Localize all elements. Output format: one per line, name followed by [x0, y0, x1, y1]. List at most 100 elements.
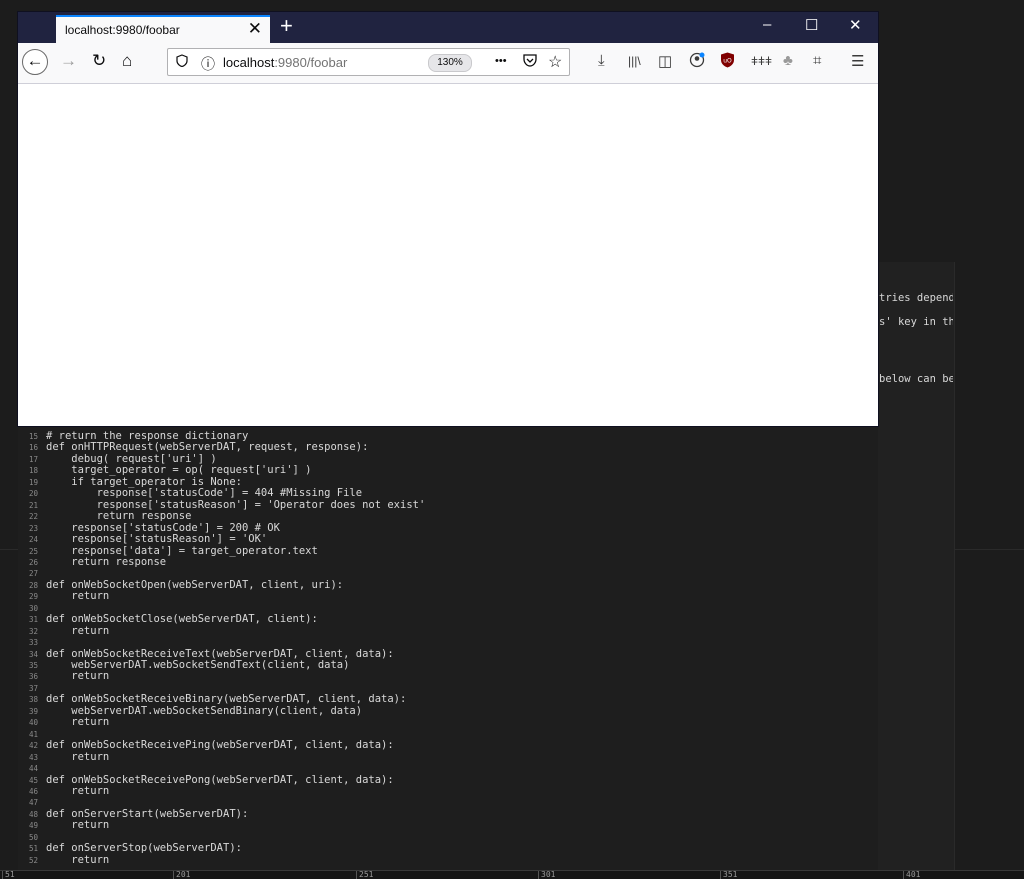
line-number: 18 — [28, 466, 38, 476]
title-bar[interactable]: localhost:9980/foobar ✕ + – ☐ ✕ — [18, 12, 878, 43]
line-number: 49 — [28, 821, 38, 831]
extension-people-icon[interactable]: ♣ — [783, 52, 793, 69]
side-text-line: s' key in th — [879, 316, 953, 328]
menu-icon[interactable]: ☰ — [851, 52, 864, 70]
code-text: return — [46, 750, 110, 763]
zoom-level-badge[interactable]: 130% — [428, 54, 472, 72]
line-number: 42 — [28, 741, 38, 751]
line-number: 44 — [28, 764, 38, 774]
line-number: 52 — [28, 855, 38, 865]
download-icon[interactable]: ⤓ — [598, 52, 605, 69]
code-line[interactable]: 29 return — [18, 591, 109, 603]
code-text: return — [46, 716, 110, 729]
maximize-icon[interactable]: ☐ — [805, 16, 818, 34]
code-text: return — [46, 784, 110, 797]
extension-grid-icon[interactable]: ǂǂǂ — [751, 54, 772, 68]
line-number: 23 — [28, 523, 38, 533]
line-number: 26 — [28, 557, 38, 567]
code-line[interactable]: 32 return — [18, 624, 110, 638]
code-text: target_operator = op( request['uri'] ) — [46, 464, 312, 477]
code-text: if target_operator is None: — [46, 475, 242, 488]
code-text: return response — [46, 555, 167, 568]
line-number: 40 — [28, 718, 38, 728]
line-number: 24 — [28, 535, 38, 545]
library-icon[interactable]: |||\ — [628, 54, 641, 68]
code-text: def onWebSocketReceivePong(webServerDAT,… — [46, 773, 394, 786]
line-number: 17 — [28, 454, 38, 464]
code-text: def onServerStop(webServerDAT): — [46, 842, 242, 855]
line-number: 46 — [28, 786, 38, 796]
sidebar-icon[interactable]: ◫ — [658, 52, 672, 70]
code-text: response['statusReason'] = 'OK' — [46, 533, 268, 546]
bookmark-star-icon[interactable]: ☆ — [548, 52, 562, 72]
code-text: webServerDAT.webSocketSendBinary(client,… — [46, 704, 363, 717]
account-icon[interactable] — [689, 52, 705, 72]
code-text: response['statusReason'] = 'Operator doe… — [46, 498, 426, 511]
side-text-line: tries depend — [879, 292, 953, 304]
code-line[interactable]: 52 return — [18, 854, 109, 867]
code-text: response['statusCode'] = 200 # OK — [46, 521, 280, 534]
crop-screenshot-icon[interactable]: ⌗ — [813, 52, 821, 69]
line-number: 47 — [28, 798, 38, 808]
line-number: 39 — [28, 706, 38, 716]
code-line[interactable]: 36 return — [18, 671, 109, 683]
code-text: response['data'] = target_operator.text — [46, 544, 318, 557]
forward-icon[interactable]: → — [60, 51, 77, 71]
firefox-window: localhost:9980/foobar ✕ + – ☐ ✕ ← → ↻ ⌂ … — [18, 12, 878, 426]
code-line[interactable]: 49 return — [18, 820, 109, 832]
line-number: 30 — [28, 603, 38, 613]
close-tab-icon[interactable]: ✕ — [248, 19, 262, 39]
code-line[interactable]: 51 def onServerStop(webServerDAT): — [18, 842, 242, 855]
new-tab-icon[interactable]: + — [280, 13, 293, 39]
code-text: return — [46, 590, 110, 603]
code-text: return — [46, 624, 110, 637]
line-number: 21 — [28, 500, 38, 510]
line-number: 50 — [28, 832, 38, 842]
code-line[interactable]: 40 return — [18, 717, 109, 729]
background-divider-right — [954, 262, 955, 872]
code-line[interactable]: 22 return response — [18, 510, 191, 523]
url-bar[interactable]: ⓘ localhost:9980/foobar 130% ••• ☆ — [167, 48, 570, 76]
line-number: 36 — [28, 672, 38, 682]
code-text: def onHTTPRequest(webServerDAT, request,… — [46, 441, 369, 454]
reload-icon[interactable]: ↻ — [92, 51, 106, 71]
pocket-icon[interactable] — [523, 54, 537, 70]
code-line[interactable]: 31 def onWebSocketClose(webServerDAT, cli… — [18, 613, 318, 626]
line-number: 45 — [28, 775, 38, 785]
code-line[interactable]: 46 return — [18, 784, 110, 798]
line-number: 28 — [28, 580, 38, 590]
minimize-icon[interactable]: – — [763, 16, 771, 33]
page-content[interactable] — [18, 84, 878, 426]
url-text[interactable]: localhost:9980/foobar — [223, 55, 347, 70]
shield-icon[interactable] — [176, 54, 188, 70]
tab-active[interactable]: localhost:9980/foobar ✕ — [56, 15, 270, 43]
line-number: 41 — [28, 729, 38, 739]
line-number: 38 — [28, 695, 38, 705]
code-line[interactable]: 42 def onWebSocketReceivePing(webServerDA… — [18, 739, 394, 752]
line-number: 25 — [28, 546, 38, 556]
home-icon[interactable]: ⌂ — [122, 51, 132, 71]
line-number: 33 — [28, 638, 38, 648]
code-line[interactable]: 44 — [18, 763, 46, 775]
code-line[interactable]: 24 response['statusReason'] = 'OK' — [18, 533, 268, 546]
code-line[interactable]: 33 — [18, 637, 46, 649]
close-window-icon[interactable]: ✕ — [849, 16, 862, 34]
code-text: return — [46, 819, 110, 832]
line-number: 29 — [28, 592, 38, 602]
code-text: return — [46, 670, 110, 683]
page-actions-icon[interactable]: ••• — [495, 55, 507, 67]
url-host: localhost — [223, 55, 275, 70]
ublock-icon[interactable]: uO — [720, 52, 735, 72]
back-button[interactable]: ← — [22, 49, 48, 75]
code-line[interactable]: 43 return — [18, 750, 110, 764]
navigation-toolbar: ← → ↻ ⌂ ⓘ localhost:9980/foobar 130% •••… — [18, 43, 878, 84]
code-editor[interactable]: 15 # return the response dictionary 16 def … — [18, 426, 878, 872]
code-text: def onWebSocketReceivePing(webServerDAT,… — [46, 739, 394, 752]
code-text: def onServerStart(webServerDAT): — [46, 807, 249, 820]
line-number: 51 — [28, 844, 38, 854]
info-icon[interactable]: ⓘ — [201, 54, 215, 74]
